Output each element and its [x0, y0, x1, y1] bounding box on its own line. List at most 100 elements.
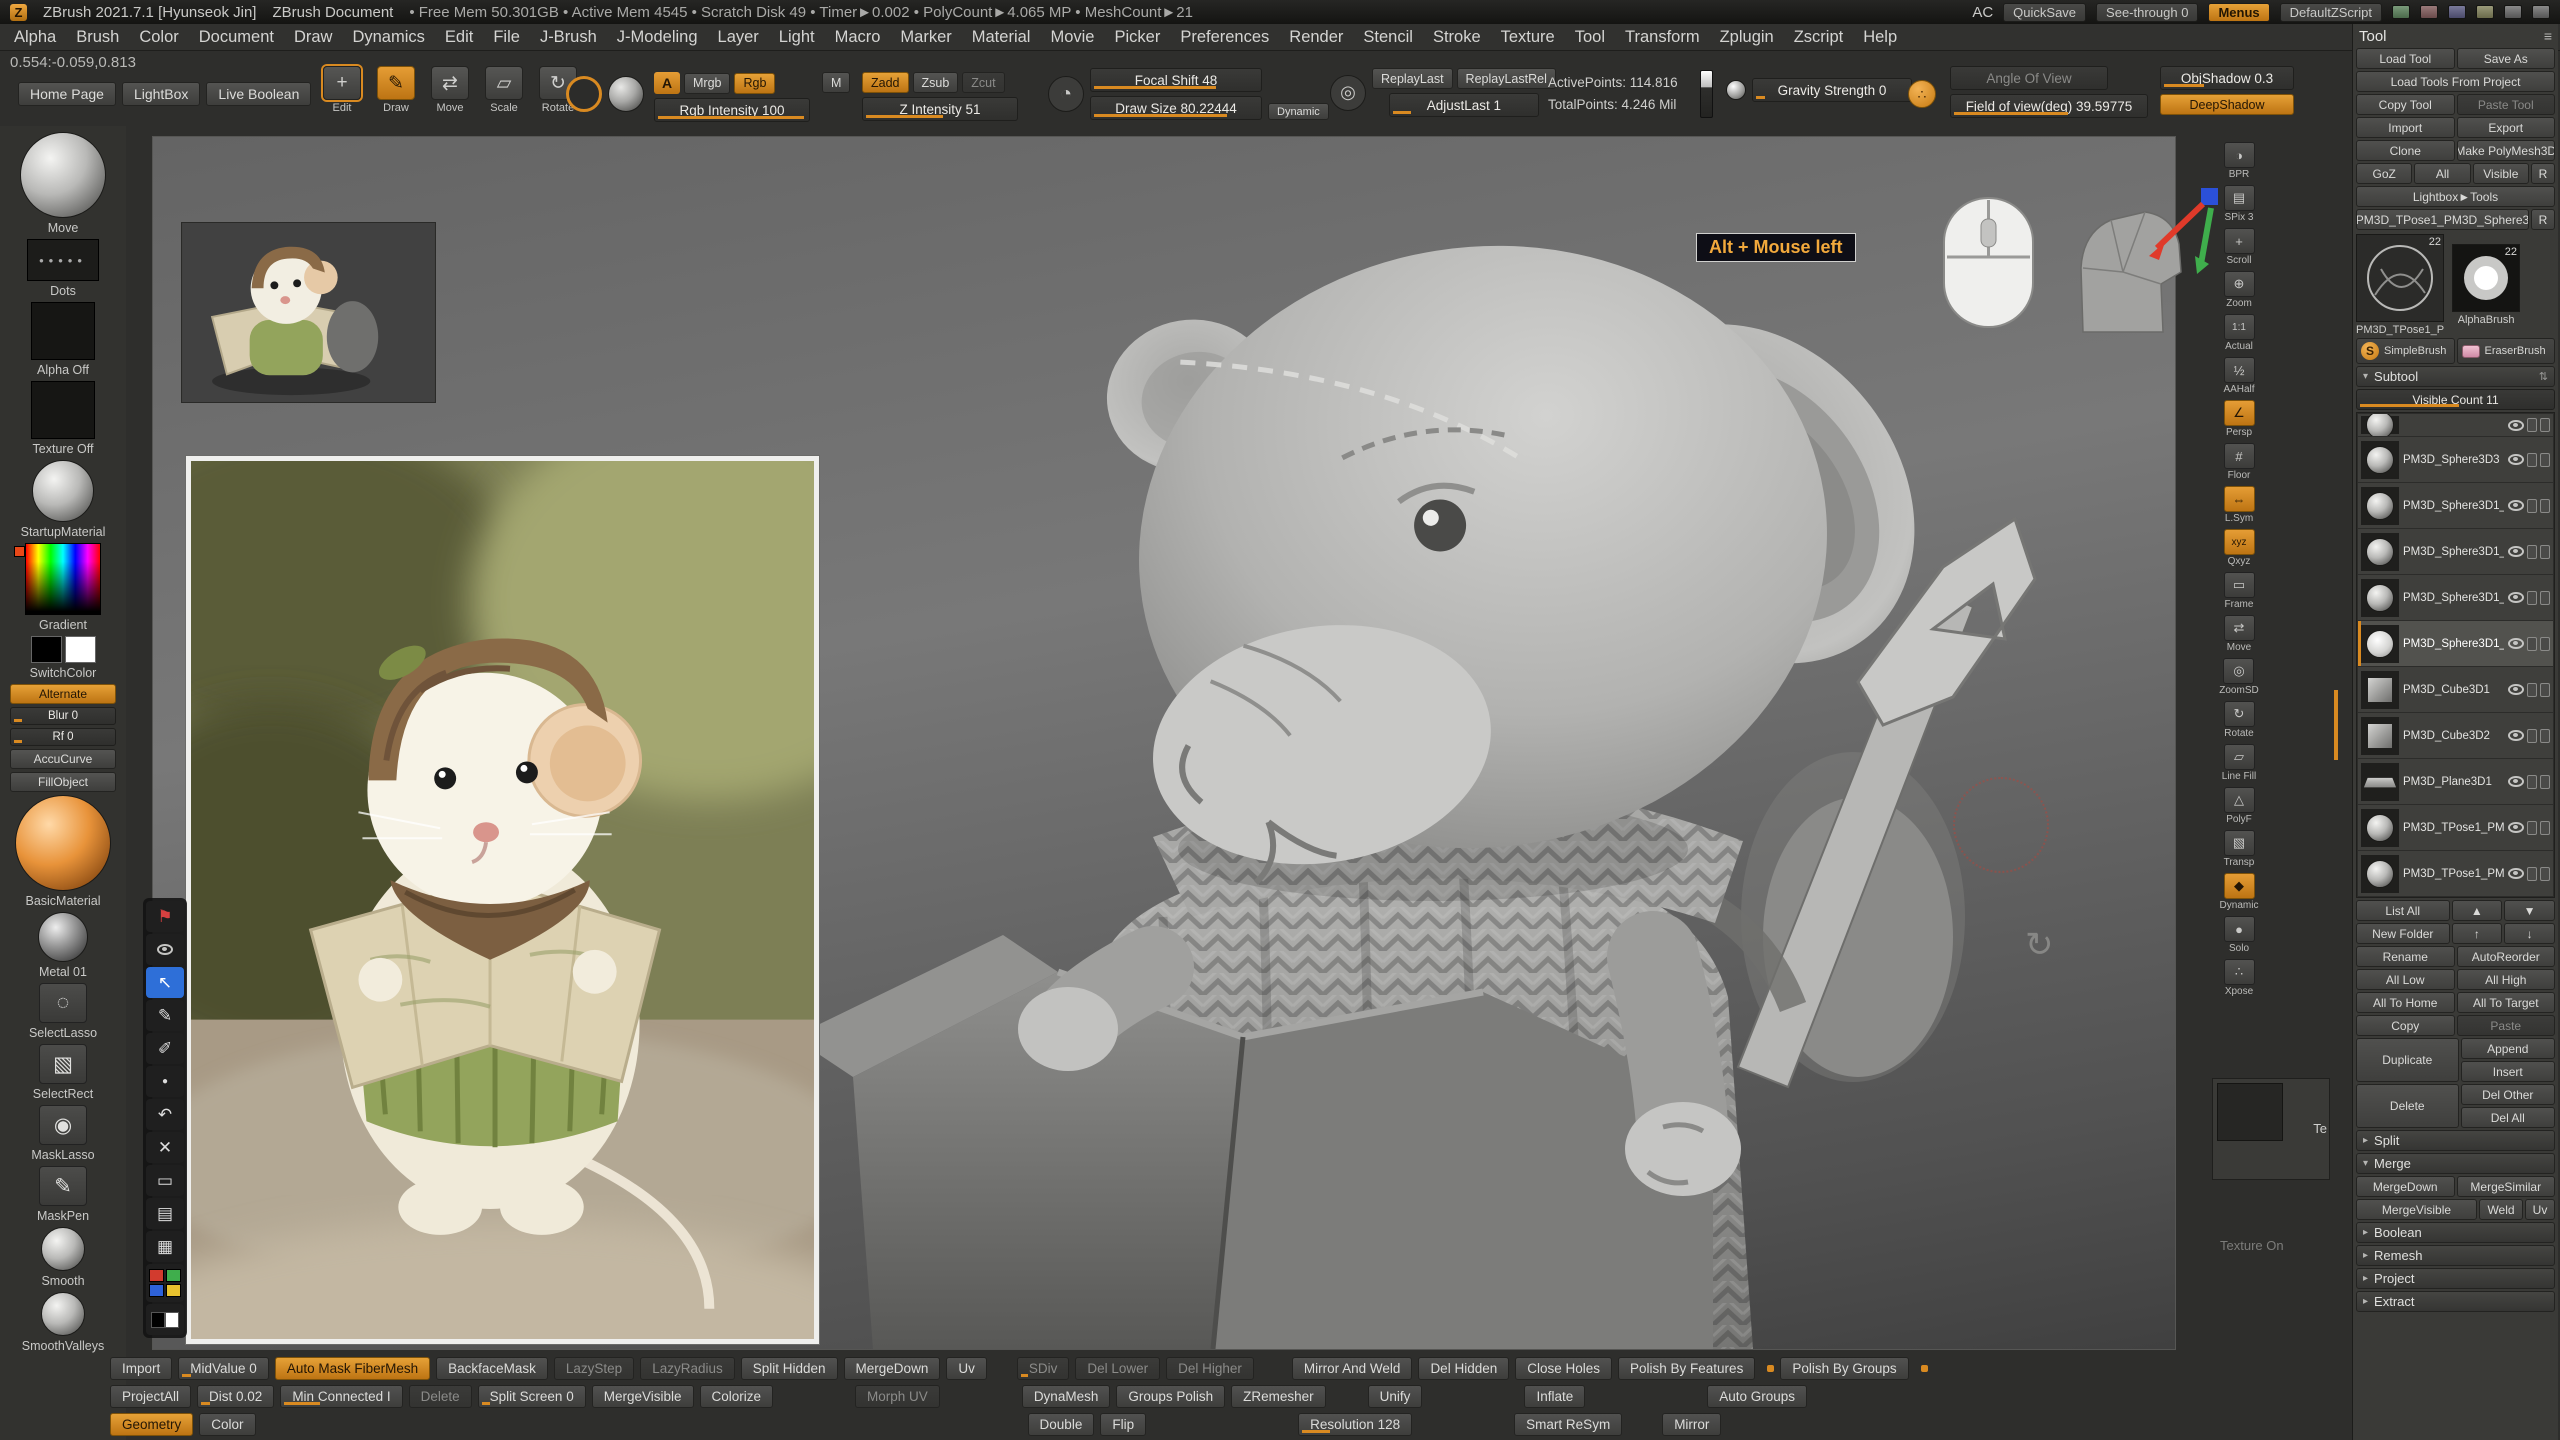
projectall-button[interactable]: ProjectAll [110, 1385, 191, 1408]
zcut-button[interactable]: Zcut [962, 72, 1004, 93]
flip-button[interactable]: Flip [1100, 1413, 1146, 1436]
highlighter-icon[interactable]: ✐ [146, 1033, 184, 1064]
goz-all-button[interactable]: All [2414, 163, 2470, 184]
stroke-preview[interactable]: ••••• [27, 239, 99, 281]
active-tool-name[interactable]: PM3D_TPose1_PM3D_Sphere3 [2356, 209, 2529, 230]
delete-subtool-button[interactable]: Delete [2356, 1084, 2459, 1128]
mirror-button[interactable]: Mirror [1662, 1413, 1721, 1436]
scale-mode-button[interactable]: ▱ Scale [480, 66, 528, 114]
remesh-section-header[interactable]: ▸Remesh [2356, 1245, 2555, 1266]
smart-resym-button[interactable]: Smart ReSym [1514, 1413, 1622, 1436]
deep-shadow-button[interactable]: DeepShadow [2160, 94, 2294, 115]
zremesher-button[interactable]: ZRemesher [1231, 1385, 1326, 1408]
texture-on-label[interactable]: Texture On [2220, 1238, 2284, 1253]
document-canvas[interactable]: ↻ [153, 137, 2175, 1349]
rename-button[interactable]: Rename [2356, 946, 2455, 967]
sdiv-slider[interactable]: SDiv [1017, 1357, 1070, 1380]
select-rect-icon[interactable]: ▧ [39, 1044, 87, 1084]
mask-lasso-icon[interactable]: ◉ [39, 1105, 87, 1145]
subtool-row-partial[interactable] [2358, 414, 2553, 436]
make-polymesh3d-button[interactable]: Make PolyMesh3D [2457, 140, 2556, 161]
visibility-eye-icon[interactable] [2508, 454, 2524, 465]
clone-button[interactable]: Clone [2356, 140, 2455, 161]
del-other-button[interactable]: Del Other [2461, 1084, 2556, 1105]
goz-button[interactable]: GoZ [2356, 163, 2412, 184]
focal-dial-icon[interactable]: ◔ [1048, 76, 1084, 112]
menu-render[interactable]: Render [1279, 28, 1353, 47]
bpr-button[interactable]: ◑BPR [2224, 142, 2255, 180]
rf-slider[interactable]: Rf 0 [10, 728, 116, 746]
lsym-button[interactable]: ⇔L.Sym [2224, 486, 2255, 524]
menu-preferences[interactable]: Preferences [1170, 28, 1279, 47]
xpose-button[interactable]: ∴Xpose [2224, 959, 2255, 997]
inflate-button[interactable]: Inflate [1524, 1385, 1585, 1408]
menu-movie[interactable]: Movie [1040, 28, 1104, 47]
menu-light[interactable]: Light [769, 28, 825, 47]
menu-dynamics[interactable]: Dynamics [342, 28, 434, 47]
all-high-button[interactable]: All High [2457, 969, 2556, 990]
subtool-row[interactable]: PM3D_Sphere3D3 [2358, 437, 2553, 482]
fill-object-button[interactable]: FillObject [10, 772, 116, 792]
visibility-eye-icon[interactable] [2508, 420, 2524, 431]
move-mode-button[interactable]: ⇄ Move [426, 66, 474, 114]
menu-brush[interactable]: Brush [66, 28, 129, 47]
auto-mask-fibermesh-button[interactable]: Auto Mask FiberMesh [275, 1357, 430, 1380]
solo-button[interactable]: ●Solo [2224, 916, 2255, 954]
eraser-brush-button[interactable]: EraserBrush [2457, 338, 2556, 364]
paste-subtool-button[interactable]: Paste [2457, 1015, 2556, 1036]
line-fill-button[interactable]: ▱Line Fill [2222, 744, 2256, 782]
see-through-slider[interactable]: See-through 0 [2096, 3, 2198, 22]
default-zscript-button[interactable]: DefaultZScript [2280, 3, 2382, 22]
draw-size-slider[interactable]: Draw Size 80.22444 [1090, 96, 1262, 120]
z-intensity-slider[interactable]: Z Intensity 51 [862, 97, 1018, 121]
note-icon[interactable]: ▦ [146, 1231, 184, 1262]
mergedown-button[interactable]: MergeDown [2356, 1176, 2455, 1197]
titlebar-icon-3[interactable] [2448, 5, 2466, 19]
subtool-row[interactable]: PM3D_TPose1_PM3D_Sphere3 [2358, 851, 2553, 896]
material-sphere-preview[interactable] [32, 460, 94, 522]
morph-uv-button[interactable]: Morph UV [855, 1385, 940, 1408]
tool-r-button[interactable]: R [2531, 209, 2555, 230]
polyframe-button[interactable]: △PolyF [2224, 787, 2255, 825]
pen-icon[interactable]: ✎ [146, 1000, 184, 1031]
mask-pen-icon[interactable]: ✎ [39, 1166, 87, 1206]
persp-button[interactable]: ∠Persp [2224, 400, 2255, 438]
lazystep-slider[interactable]: LazyStep [554, 1357, 634, 1380]
brush-preview-icon[interactable] [566, 76, 602, 112]
groups-polish-button[interactable]: Groups Polish [1116, 1385, 1225, 1408]
frame-button[interactable]: ▭Frame [2224, 572, 2255, 610]
menu-material[interactable]: Material [962, 28, 1041, 47]
append-button[interactable]: Append [2461, 1038, 2556, 1059]
visibility-eye-icon[interactable] [2508, 592, 2524, 603]
gravity-direction-icon[interactable] [1726, 80, 1746, 100]
texture-thumbnail[interactable] [2217, 1083, 2283, 1141]
polish-groups-toggle-dot[interactable] [1921, 1365, 1928, 1372]
field-of-view-slider[interactable]: Field of view(deg) 39.59775 [1950, 94, 2148, 118]
material-preview-icon[interactable] [608, 76, 644, 112]
blur-slider[interactable]: Blur 0 [10, 707, 116, 725]
menu-alpha[interactable]: Alpha [4, 28, 66, 47]
clipboard-icon[interactable]: ▤ [146, 1198, 184, 1229]
menu-marker[interactable]: Marker [890, 28, 961, 47]
del-all-button[interactable]: Del All [2461, 1107, 2556, 1128]
adjust-last-slider[interactable]: AdjustLast 1 [1389, 93, 1539, 117]
replay-last-button[interactable]: ReplayLast [1372, 68, 1453, 89]
dist-slider[interactable]: Dist 0.02 [197, 1385, 274, 1408]
menus-toggle[interactable]: Menus [2208, 3, 2269, 22]
gyro-icon[interactable]: ◎ [1330, 75, 1366, 111]
zadd-button[interactable]: Zadd [862, 72, 909, 93]
menu-help[interactable]: Help [1853, 28, 1907, 47]
m-button[interactable]: M [822, 72, 850, 93]
white-swatch[interactable] [165, 1312, 179, 1328]
auto-groups-button[interactable]: Auto Groups [1707, 1385, 1807, 1408]
pin-icon[interactable]: ⚑ [146, 901, 184, 932]
visible-count-slider[interactable]: Visible Count 11 [2356, 389, 2555, 410]
mrgb-button[interactable]: Mrgb [684, 73, 730, 94]
colorize-button[interactable]: Colorize [700, 1385, 774, 1408]
zoom-button[interactable]: ⊕Zoom [2224, 271, 2255, 309]
select-lasso-icon[interactable]: ◌ [39, 983, 87, 1023]
folder-down-button[interactable]: ↓ [2504, 923, 2555, 944]
del-lower-button[interactable]: Del Lower [1075, 1357, 1160, 1380]
lightbox-button[interactable]: LightBox [122, 82, 200, 106]
export-button[interactable]: Export [2457, 117, 2556, 138]
